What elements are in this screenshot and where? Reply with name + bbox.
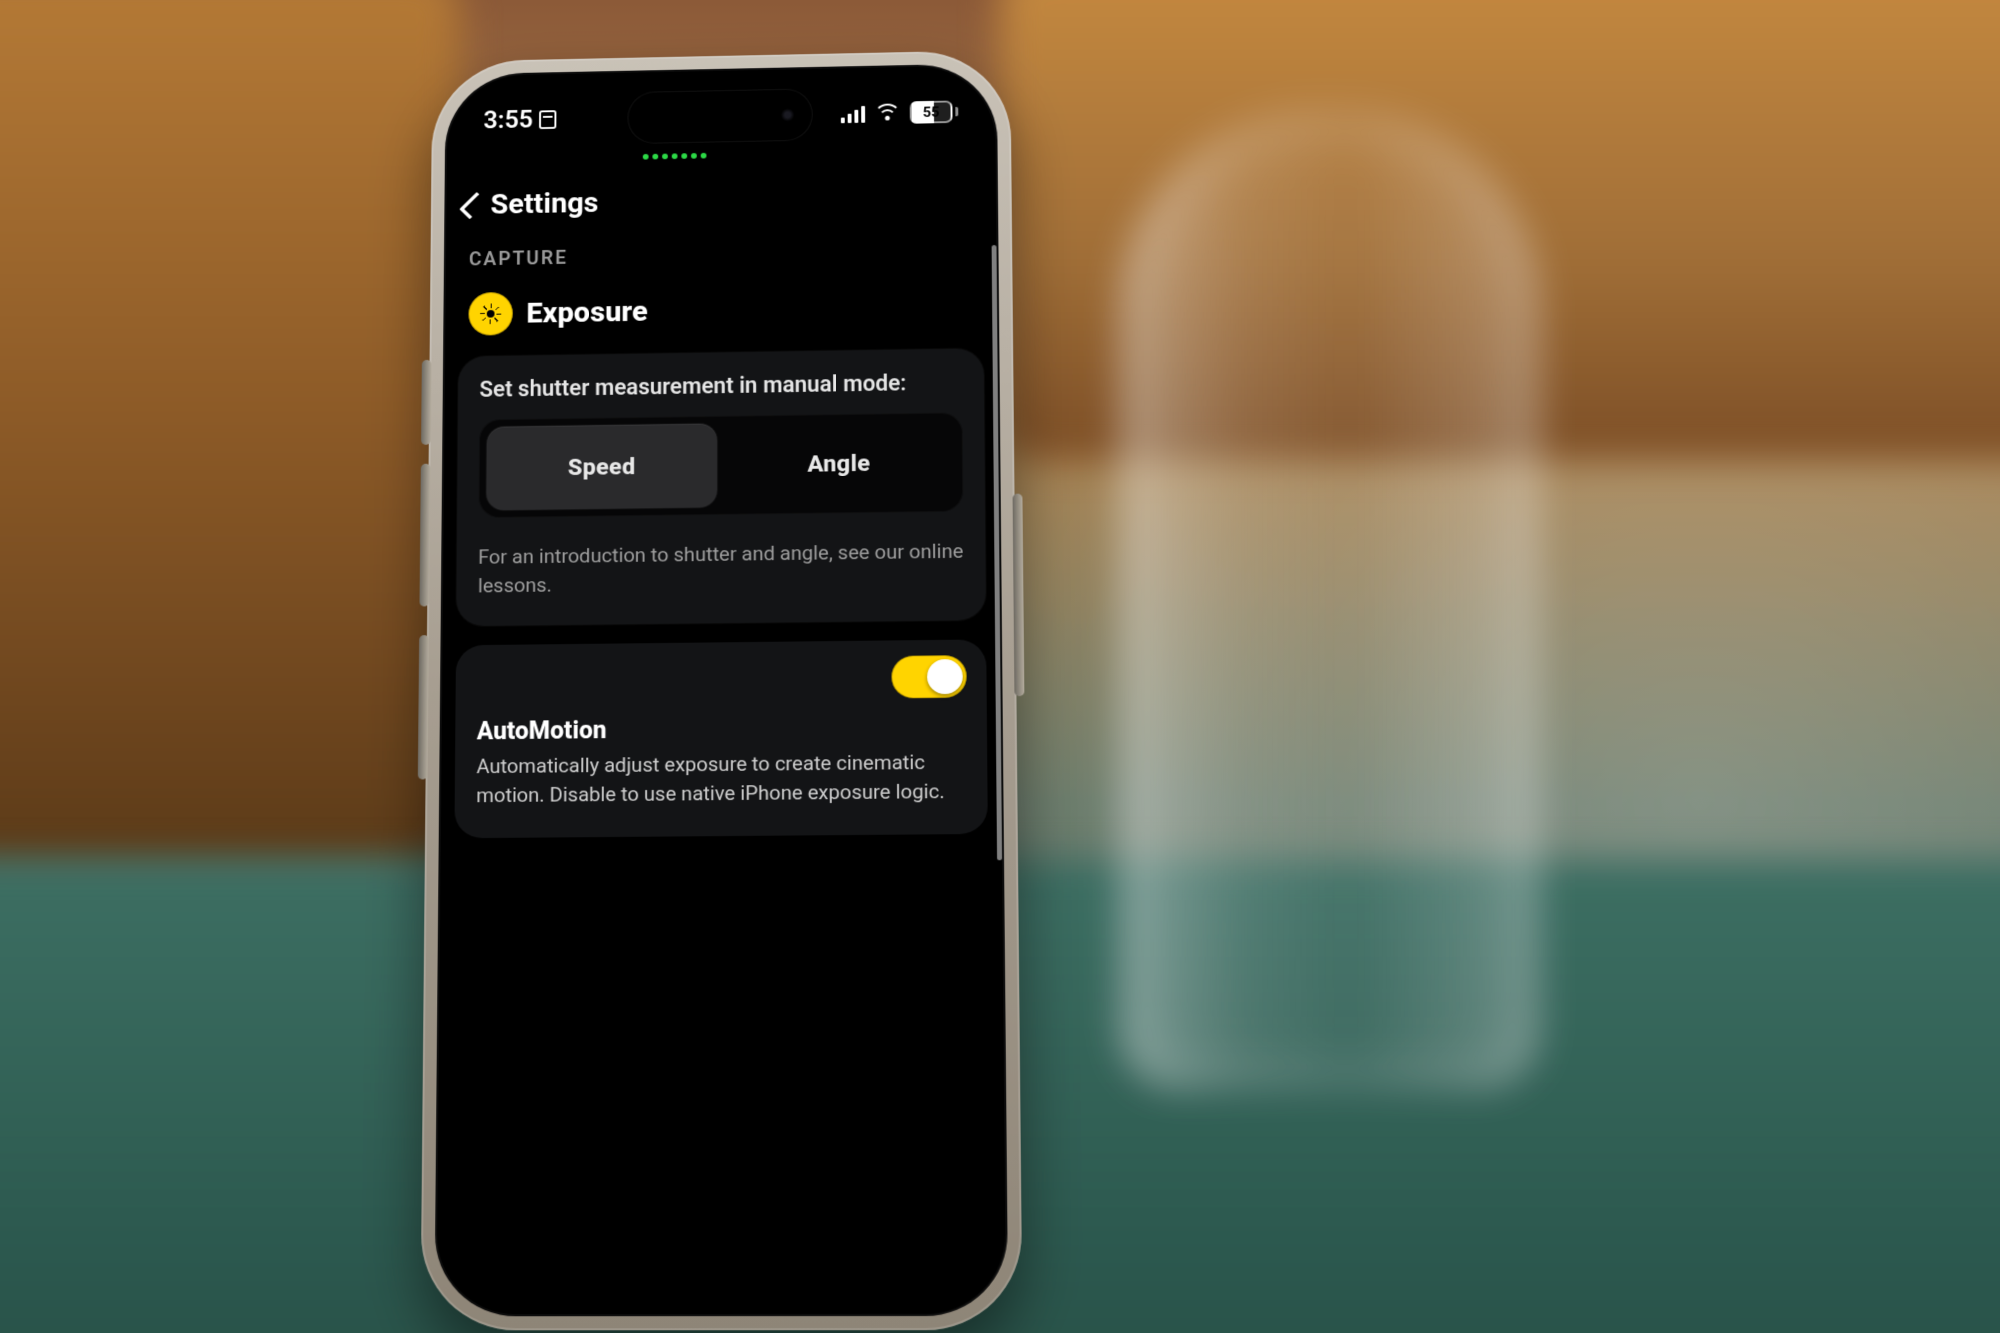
shutter-measurement-card: Set shutter measurement in manual mode: … bbox=[456, 348, 986, 626]
automotion-title: AutoMotion bbox=[477, 714, 966, 747]
segment-speed[interactable]: Speed bbox=[486, 424, 717, 511]
settings-screen: Settings CAPTURE Exposure Set shutter me… bbox=[434, 144, 1008, 1317]
side-button bbox=[1013, 494, 1025, 697]
dynamic-island bbox=[628, 89, 812, 143]
segment-angle[interactable]: Angle bbox=[723, 420, 956, 507]
card-prompt: Set shutter measurement in manual mode: bbox=[479, 370, 962, 403]
screen: 3:55 55 bbox=[434, 63, 1008, 1316]
photo-background: 3:55 55 bbox=[0, 0, 2000, 1333]
volume-down-button bbox=[418, 635, 429, 779]
helper-text: For an introduction to shutter and angle… bbox=[478, 538, 964, 601]
automotion-toggle[interactable] bbox=[891, 655, 966, 698]
automotion-card: AutoMotion Automatically adjust exposure… bbox=[454, 640, 987, 838]
shutter-segmented-control: Speed Angle bbox=[478, 412, 963, 518]
calendar-icon bbox=[539, 110, 556, 129]
exposure-icon bbox=[468, 292, 513, 336]
battery-percent: 55 bbox=[910, 101, 953, 124]
battery-indicator: 55 bbox=[910, 100, 959, 123]
status-time: 3:55 bbox=[483, 106, 533, 135]
back-label: Settings bbox=[490, 187, 598, 222]
page-title: Exposure bbox=[526, 295, 647, 330]
wifi-icon bbox=[875, 103, 900, 122]
mute-switch bbox=[421, 360, 431, 445]
volume-up-button bbox=[419, 464, 430, 607]
iphone-frame: 3:55 55 bbox=[420, 50, 1022, 1330]
background-bottle bbox=[1120, 110, 1540, 1090]
cellular-icon bbox=[841, 104, 865, 123]
nav-back[interactable]: Settings bbox=[456, 153, 987, 231]
scroll-indicator[interactable] bbox=[992, 245, 1002, 860]
privacy-recording-indicator bbox=[643, 153, 707, 160]
automotion-description: Automatically adjust exposure to create … bbox=[476, 750, 966, 811]
background-blur bbox=[0, 0, 460, 870]
chevron-left-icon bbox=[459, 191, 488, 219]
page-title-row: Exposure bbox=[455, 267, 988, 357]
